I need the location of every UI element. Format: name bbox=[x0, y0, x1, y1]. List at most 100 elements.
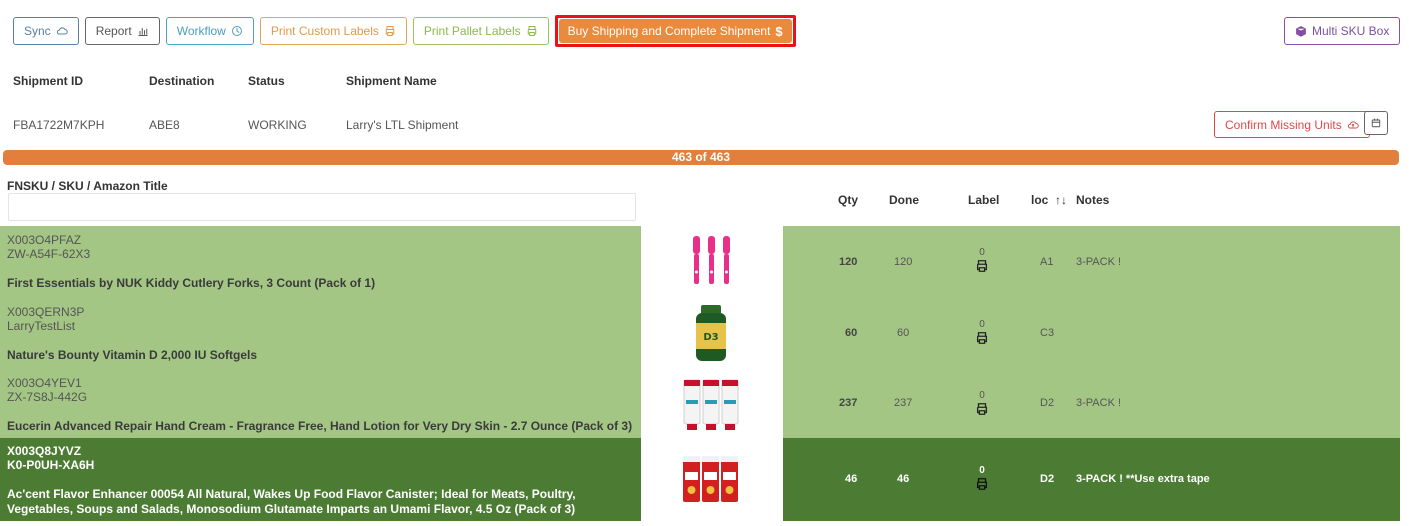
table-row[interactable]: X003O4YEV1 ZX-7S8J-442G Eucerin Advanced… bbox=[0, 368, 1400, 438]
multi-sku-box-label: Multi SKU Box bbox=[1312, 24, 1390, 38]
notes: 3-PACK ! **Use extra tape bbox=[1076, 473, 1210, 485]
product-image-cell bbox=[641, 438, 783, 521]
notes: 3-PACK ! bbox=[1076, 256, 1122, 268]
status: WORKING bbox=[248, 118, 307, 132]
product-title: Eucerin Advanced Repair Hand Cream - Fra… bbox=[7, 419, 633, 433]
sku: K0-P0UH-XA6H bbox=[7, 458, 95, 472]
sku: ZX-7S8J-442G bbox=[7, 390, 88, 404]
cloud-upload-icon bbox=[1347, 120, 1359, 128]
qty: 60 bbox=[845, 327, 858, 339]
label-count: 0 bbox=[979, 465, 985, 476]
print-label-button[interactable]: 0 bbox=[967, 247, 997, 273]
shipment-id: FBA1722M7KPH bbox=[13, 118, 105, 132]
sku: LarryTestList bbox=[7, 319, 76, 333]
fnsku: X003O4YEV1 bbox=[7, 376, 82, 390]
notes-column-header: Notes bbox=[1076, 193, 1110, 207]
print-custom-labels-button[interactable]: Print Custom Labels bbox=[259, 17, 407, 45]
buy-shipping-button[interactable]: Buy Shipping and Complete Shipment $ bbox=[558, 19, 792, 43]
qty: 120 bbox=[839, 256, 858, 268]
shipment-name-header: Shipment Name bbox=[346, 74, 437, 88]
label-count: 0 bbox=[979, 390, 985, 401]
row-details: 237 237 0 D2 3-PACK ! bbox=[783, 368, 1400, 438]
done-column-header: Done bbox=[889, 193, 919, 207]
buy-shipping-label: Buy Shipping and Complete Shipment bbox=[567, 24, 771, 38]
print-pallet-labels-button[interactable]: Print Pallet Labels bbox=[412, 17, 549, 45]
destination-header: Destination bbox=[149, 74, 215, 88]
printer-icon bbox=[976, 260, 988, 272]
row-details: 60 60 0 C3 bbox=[783, 297, 1400, 368]
printer-icon bbox=[527, 26, 536, 36]
product-cell: X003Q8JYVZ K0-P0UH-XA6H Ac'cent Flavor E… bbox=[0, 438, 641, 521]
dollar-icon: $ bbox=[775, 23, 783, 39]
shipment-id-header: Shipment ID bbox=[13, 74, 84, 88]
fnsku: X003QERN3P bbox=[7, 305, 85, 319]
loc: D2 bbox=[1040, 473, 1055, 485]
toolbar: Sync Report Workflow Print Custom Labels… bbox=[13, 15, 796, 47]
status-header: Status bbox=[248, 74, 285, 88]
report-label: Report bbox=[95, 24, 132, 38]
printer-icon bbox=[976, 332, 988, 344]
row-details: 46 46 0 D2 3-PACK ! **Use extra tape bbox=[783, 438, 1400, 521]
done: 60 bbox=[897, 327, 910, 339]
label-count: 0 bbox=[979, 319, 985, 330]
loc-column-header[interactable]: loc ↑↓ bbox=[1031, 193, 1067, 207]
product-image-cell bbox=[641, 226, 783, 297]
table-row[interactable]: X003O4PFAZ ZW-A54F-62X3 First Essentials… bbox=[0, 226, 1400, 297]
product-filter-input[interactable] bbox=[8, 193, 636, 221]
destination: ABE8 bbox=[149, 118, 180, 132]
label-column-header: Label bbox=[968, 193, 1000, 207]
qty: 46 bbox=[845, 473, 858, 485]
product-title: First Essentials by NUK Kiddy Cutlery Fo… bbox=[7, 276, 376, 290]
cloud-icon bbox=[56, 27, 68, 35]
calendar-icon bbox=[1371, 118, 1381, 128]
print-label-button[interactable]: 0 bbox=[967, 319, 997, 345]
product-cell: X003QERN3P LarryTestList Nature's Bounty… bbox=[0, 297, 641, 368]
progress-bar: 463 of 463 bbox=[3, 150, 1399, 165]
done: 46 bbox=[897, 473, 910, 485]
accent-canisters-image bbox=[683, 456, 738, 502]
product-cell: X003O4PFAZ ZW-A54F-62X3 First Essentials… bbox=[0, 226, 641, 297]
svg-text:D3: D3 bbox=[703, 332, 718, 343]
progress-label: 463 of 463 bbox=[671, 150, 731, 164]
loc: A1 bbox=[1040, 256, 1054, 268]
loc-column-label: loc bbox=[1031, 193, 1049, 207]
sku: ZW-A54F-62X3 bbox=[7, 247, 91, 261]
print-label-button[interactable]: 0 bbox=[967, 390, 997, 416]
row-details: 120 120 0 A1 3-PACK ! bbox=[783, 226, 1400, 297]
printer-icon bbox=[385, 26, 395, 36]
done: 237 bbox=[894, 397, 913, 409]
product-title: Ac'cent Flavor Enhancer 00054 All Natura… bbox=[7, 487, 576, 516]
shipment-name: Larry's LTL Shipment bbox=[346, 118, 459, 132]
notes: 3-PACK ! bbox=[1076, 397, 1122, 409]
table-row[interactable]: X003QERN3P LarryTestList Nature's Bounty… bbox=[0, 297, 1400, 368]
workflow-button[interactable]: Workflow bbox=[165, 17, 254, 45]
report-button[interactable]: Report bbox=[84, 17, 160, 45]
bar-chart-icon bbox=[138, 28, 148, 36]
loc: C3 bbox=[1040, 327, 1055, 339]
printer-icon bbox=[976, 478, 988, 490]
qty-column-header: Qty bbox=[838, 193, 859, 207]
product-title: Nature's Bounty Vitamin D 2,000 IU Softg… bbox=[7, 348, 258, 362]
clock-icon bbox=[231, 26, 242, 36]
sync-label: Sync bbox=[24, 24, 51, 38]
multi-sku-box-button[interactable]: Multi SKU Box bbox=[1284, 17, 1401, 45]
loc: D2 bbox=[1040, 397, 1055, 409]
fnsku: X003O4PFAZ bbox=[7, 233, 82, 247]
label-count: 0 bbox=[979, 247, 985, 258]
print-label-button[interactable]: 0 bbox=[967, 465, 997, 491]
confirm-missing-units-button[interactable]: Confirm Missing Units bbox=[1214, 111, 1370, 138]
table-row[interactable]: X003Q8JYVZ K0-P0UH-XA6H Ac'cent Flavor E… bbox=[0, 438, 1400, 521]
print-custom-labels-label: Print Custom Labels bbox=[270, 24, 379, 38]
print-pallet-labels-label: Print Pallet Labels bbox=[423, 24, 521, 38]
calendar-button[interactable] bbox=[1364, 111, 1388, 135]
done: 120 bbox=[894, 256, 913, 268]
sort-arrows-icon: ↑↓ bbox=[1051, 193, 1068, 207]
fnsku: X003Q8JYVZ bbox=[7, 444, 82, 458]
product-image-cell bbox=[641, 368, 783, 438]
sync-button[interactable]: Sync bbox=[13, 17, 79, 45]
qty: 237 bbox=[839, 397, 858, 409]
confirm-missing-units-label: Confirm Missing Units bbox=[1225, 117, 1342, 132]
pink-forks-image bbox=[693, 236, 730, 284]
product-cell: X003O4YEV1 ZX-7S8J-442G Eucerin Advanced… bbox=[0, 368, 641, 438]
highlight-frame: Buy Shipping and Complete Shipment $ bbox=[554, 15, 796, 47]
